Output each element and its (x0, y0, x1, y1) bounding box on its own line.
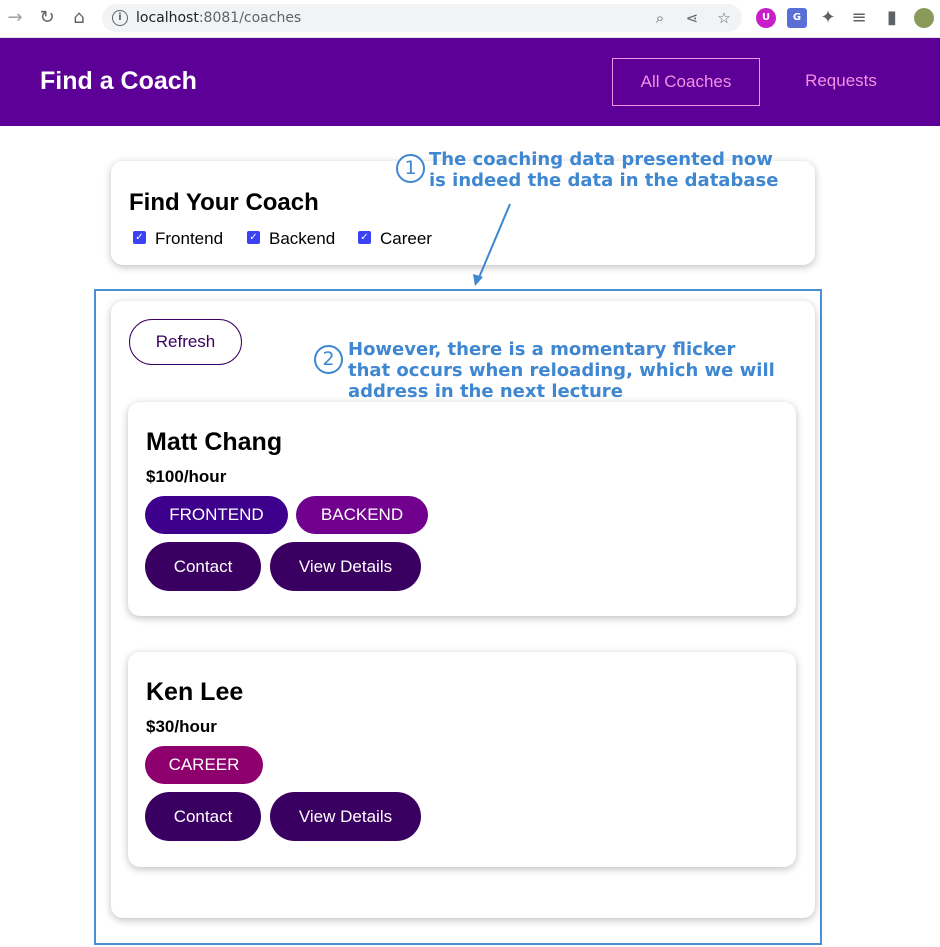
annotation-number-2: 2 (314, 345, 343, 374)
annotation-line: However, there is a momentary flicker (348, 339, 736, 360)
annotation-arrow-icon (473, 203, 511, 286)
annotation-text-2: However, there is a momentary flicker th… (348, 339, 775, 402)
annotation-line: that occurs when reloading, which we wil… (348, 360, 775, 381)
annotation-line: address in the next lecture (348, 381, 623, 402)
